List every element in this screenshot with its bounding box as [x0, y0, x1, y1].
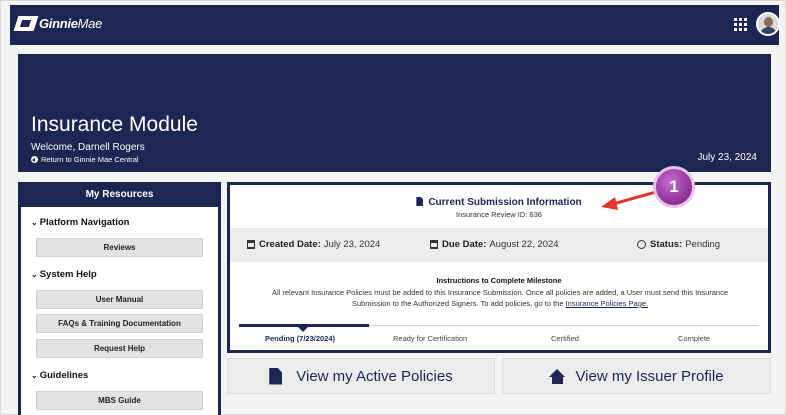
chevron-down-icon: ⌄	[31, 270, 38, 279]
resources-sidebar: My Resources ⌄ Platform Navigation Review…	[18, 182, 221, 415]
section-system-help[interactable]: ⌄ System Help	[31, 269, 97, 280]
calendar-check-icon	[430, 240, 438, 249]
instructions-title: Instructions to Complete Milestone	[436, 276, 562, 285]
review-id: Insurance Review ID: 636	[456, 210, 542, 219]
status: Status: Pending	[637, 239, 720, 250]
sidebar-item-faqs-training[interactable]: FAQs & Training Documentation	[36, 314, 203, 333]
section-guidelines[interactable]: ⌄ Guidelines	[31, 370, 88, 381]
document-icon	[416, 197, 424, 206]
sidebar-item-reviews[interactable]: Reviews	[36, 238, 203, 257]
submission-info-card: Current Submission Information Insurance…	[227, 182, 771, 353]
file-icon	[269, 367, 283, 385]
hero-banner: Insurance Module Welcome, Darnell Rogers…	[18, 54, 771, 172]
welcome-text: Welcome, Darnell Rogers	[31, 142, 145, 153]
step-complete[interactable]: Complete	[678, 334, 710, 343]
insurance-policies-link[interactable]: Insurance Policies Page.	[566, 299, 649, 308]
caret-down-icon	[298, 327, 308, 332]
app-frame: GinnieMae Insurance Module Welcome, Darn…	[0, 0, 786, 415]
callout-badge: 1	[653, 166, 695, 208]
circle-status-icon	[637, 240, 646, 249]
logo-text-bold: Ginnie	[39, 16, 78, 31]
chevron-down-icon: ⌄	[31, 218, 38, 227]
calendar-icon	[247, 240, 255, 249]
arrow-left-circle-icon	[31, 156, 38, 163]
section-platform-navigation[interactable]: ⌄ Platform Navigation	[31, 217, 129, 228]
logo-mark-icon	[13, 16, 39, 31]
step-pending[interactable]: Pending (7/23/2024)	[265, 334, 335, 343]
view-active-policies-button[interactable]: View my Active Policies	[227, 358, 495, 394]
sidebar-item-mbs-guide[interactable]: MBS Guide	[36, 391, 203, 410]
step-certified[interactable]: Certified	[551, 334, 579, 343]
submission-info-bar: Created Date: July 23, 2024 Due Date: Augu…	[230, 228, 768, 262]
sidebar-item-request-help[interactable]: Request Help	[36, 339, 203, 358]
page-title: Insurance Module	[31, 113, 198, 136]
logo-text-rest: Mae	[77, 16, 103, 31]
sidebar-item-user-manual[interactable]: User Manual	[36, 290, 203, 309]
home-icon	[549, 368, 566, 384]
view-issuer-profile-button[interactable]: View my Issuer Profile	[502, 358, 771, 394]
step-ready-for-certification[interactable]: Ready for Certification	[393, 334, 467, 343]
chevron-down-icon: ⌄	[31, 371, 38, 380]
app-grid-icon[interactable]	[734, 18, 747, 31]
user-avatar[interactable]	[756, 12, 780, 36]
ginnie-mae-logo[interactable]: GinnieMae	[13, 16, 103, 31]
created-date: Created Date: July 23, 2024	[247, 239, 380, 250]
return-link[interactable]: Return to Ginnie Mae Central	[31, 155, 139, 164]
return-link-label: Return to Ginnie Mae Central	[41, 155, 139, 164]
current-date: July 23, 2024	[697, 152, 758, 163]
sidebar-body: ⌄ Platform Navigation Reviews ⌄ System Hel…	[21, 207, 218, 415]
top-nav-bar: GinnieMae	[10, 5, 780, 45]
instructions-text: All relevant Insurance Policies must be …	[271, 288, 729, 308]
due-date: Due Date: August 22, 2024	[430, 239, 559, 250]
sidebar-header: My Resources	[85, 189, 154, 200]
